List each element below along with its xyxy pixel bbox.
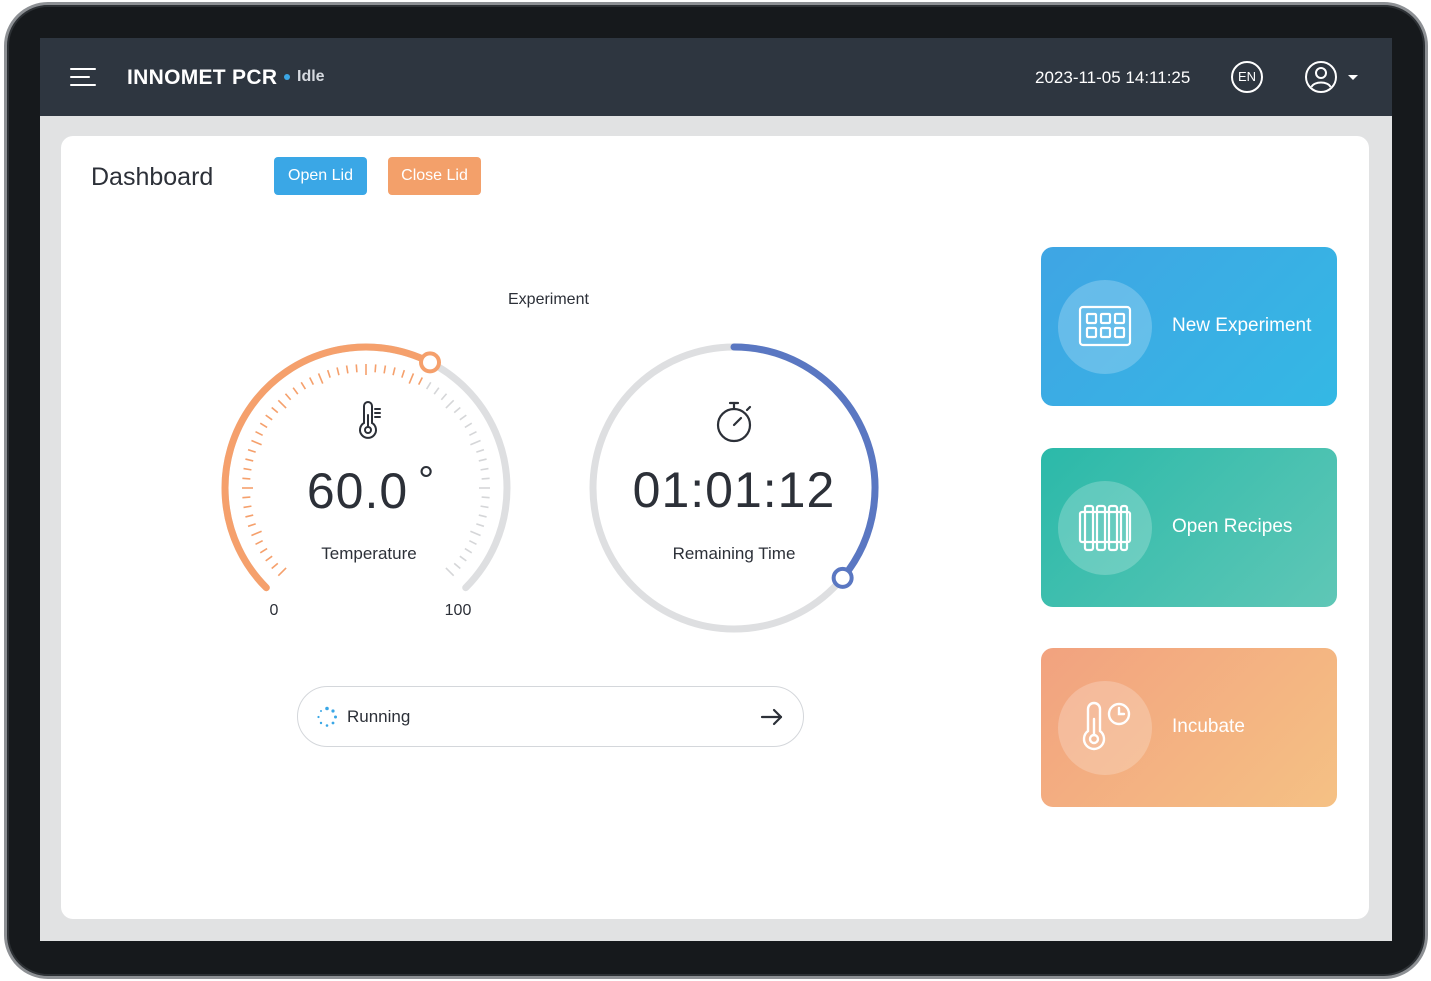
temperature-tick xyxy=(464,422,473,429)
temperature-tick xyxy=(300,381,307,390)
temperature-tick xyxy=(408,373,415,384)
temperature-tick xyxy=(265,414,273,421)
run-status-bar[interactable]: Running xyxy=(297,686,804,747)
timer-knob xyxy=(831,566,854,589)
temperature-tick xyxy=(445,567,455,577)
temperature-tick xyxy=(440,393,448,401)
gauges-area xyxy=(221,343,879,633)
temperature-tick xyxy=(480,467,489,471)
open-recipes-icon-circle xyxy=(1058,481,1152,575)
temperature-tick xyxy=(326,369,331,378)
temperature-value: 60.0 ° xyxy=(271,459,471,520)
temperature-tick xyxy=(259,547,268,554)
temperature-tick xyxy=(476,448,485,453)
temperature-tick xyxy=(336,367,340,376)
device-status: Idle xyxy=(297,68,325,85)
new-experiment-label: New Experiment xyxy=(1172,315,1312,336)
spinner-icon xyxy=(317,706,337,727)
temperature-tick xyxy=(308,377,315,386)
temperature-tick xyxy=(453,562,461,570)
app-screen: INNOMET PCR Idle 2023-11-05 14:11:25 EN … xyxy=(40,38,1392,941)
temperature-tick xyxy=(255,539,264,546)
status-indicator-dot xyxy=(284,74,290,80)
temperature-tick xyxy=(243,505,252,509)
temperature-tick xyxy=(242,477,251,480)
temperature-tick xyxy=(245,458,254,462)
temperature-tick xyxy=(401,369,406,378)
temperature-tick xyxy=(481,496,490,499)
temperature-tick xyxy=(245,514,254,518)
user-circle-icon xyxy=(1305,61,1358,93)
current-datetime: 2023-11-05 14:11:25 xyxy=(1035,68,1191,87)
temperature-tick xyxy=(468,539,477,546)
temperature-tick xyxy=(468,430,477,437)
temperature-tick xyxy=(470,530,481,537)
temperature-knob xyxy=(419,351,442,374)
temperature-tick xyxy=(476,523,485,528)
arrow-right-icon[interactable] xyxy=(760,707,784,727)
incubate-icon-circle xyxy=(1058,681,1152,775)
temperature-label: Temperature xyxy=(321,544,417,563)
top-bar: INNOMET PCR Idle 2023-11-05 14:11:25 EN xyxy=(40,38,1392,116)
open-recipes-card[interactable]: Open Recipes xyxy=(1041,448,1337,607)
temperature-unit: ° xyxy=(418,459,436,503)
remaining-time-label: Remaining Time xyxy=(672,544,796,563)
temperature-tick xyxy=(292,387,299,395)
temperature-tick xyxy=(445,399,455,409)
incubate-card[interactable]: Incubate xyxy=(1041,648,1337,807)
run-status-label: Running xyxy=(347,707,411,726)
temperature-tick xyxy=(247,523,256,528)
thermometer-clock-icon xyxy=(1082,701,1131,751)
thermometer-icon xyxy=(359,401,381,439)
temperature-number: 60.0 xyxy=(306,463,409,519)
temperature-max-label: 100 xyxy=(444,602,472,619)
temperature-tick xyxy=(277,567,287,577)
temperature-tick xyxy=(383,365,387,374)
temperature-tick xyxy=(242,496,251,499)
plate-grid-icon xyxy=(1078,305,1132,347)
temperature-tick xyxy=(251,530,262,537)
temperature-tick xyxy=(480,505,489,509)
temperature-tick xyxy=(255,430,264,437)
temperature-tick xyxy=(459,414,467,421)
temperature-tick xyxy=(478,458,487,462)
temperature-tick xyxy=(271,562,279,570)
temperature-tick xyxy=(251,439,262,446)
new-experiment-card[interactable]: New Experiment xyxy=(1041,247,1337,406)
recipes-rack-icon xyxy=(1078,504,1132,552)
temperature-tick xyxy=(481,477,490,480)
hamburger-menu-icon[interactable] xyxy=(70,66,98,88)
stopwatch-icon xyxy=(716,401,752,443)
temperature-tick xyxy=(374,364,377,373)
temperature-tick xyxy=(470,439,481,446)
temperature-tick xyxy=(433,387,440,395)
temperature-tick xyxy=(345,365,349,374)
temperature-tick xyxy=(284,393,292,401)
open-recipes-label: Open Recipes xyxy=(1172,516,1293,537)
app-title: INNOMET PCR xyxy=(127,66,278,89)
temperature-tick xyxy=(259,422,268,429)
temperature-tick xyxy=(392,367,396,376)
temperature-min-label: 0 xyxy=(269,602,279,619)
temperature-tick xyxy=(478,514,487,518)
temperature-tick xyxy=(243,467,252,471)
dashboard-panel: Dashboard Open Lid Close Lid Experiment xyxy=(61,136,1369,919)
temperature-tick xyxy=(453,406,461,414)
user-menu[interactable] xyxy=(1304,60,1374,94)
temperature-tick xyxy=(247,448,256,453)
temperature-tick xyxy=(425,381,432,390)
temperature-tick xyxy=(317,373,324,384)
temperature-tick xyxy=(417,377,424,386)
temperature-tick xyxy=(271,406,279,414)
language-selector[interactable]: EN xyxy=(1231,61,1263,93)
temperature-tick xyxy=(277,399,287,409)
remaining-time-value: 01:01:12 xyxy=(632,462,836,518)
new-experiment-icon-circle xyxy=(1058,280,1152,374)
temperature-tick xyxy=(355,364,358,373)
incubate-label: Incubate xyxy=(1172,716,1245,737)
